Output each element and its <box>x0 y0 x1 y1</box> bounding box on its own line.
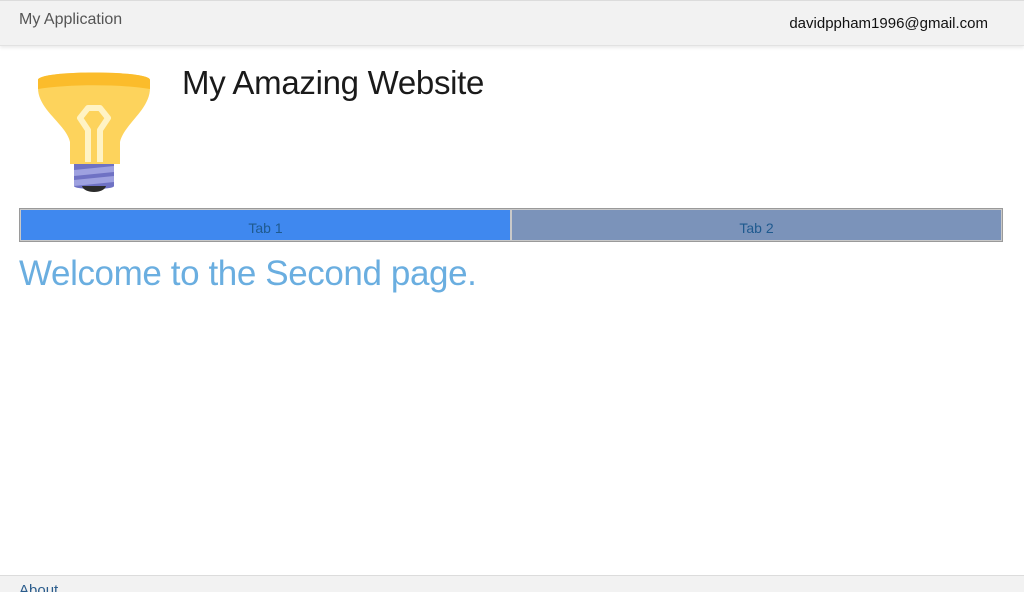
tab-1[interactable]: Tab 1 <box>20 209 511 241</box>
lightbulb-icon <box>30 62 158 198</box>
tab-bar: Tab 1 Tab 2 <box>19 208 1003 242</box>
tab-1-label: Tab 1 <box>248 219 283 236</box>
tab-2-label: Tab 2 <box>739 219 774 236</box>
user-email-link[interactable]: davidppham1996@gmail.com <box>789 15 988 32</box>
top-navbar: My Application davidppham1996@gmail.com <box>0 0 1024 46</box>
page-heading: Welcome to the Second page. <box>19 254 477 293</box>
tab-2[interactable]: Tab 2 <box>511 209 1002 241</box>
footer-about-link[interactable]: About <box>19 582 58 592</box>
footer: About <box>0 575 1024 592</box>
site-title: My Amazing Website <box>182 64 485 101</box>
app-title-link[interactable]: My Application <box>19 11 122 29</box>
